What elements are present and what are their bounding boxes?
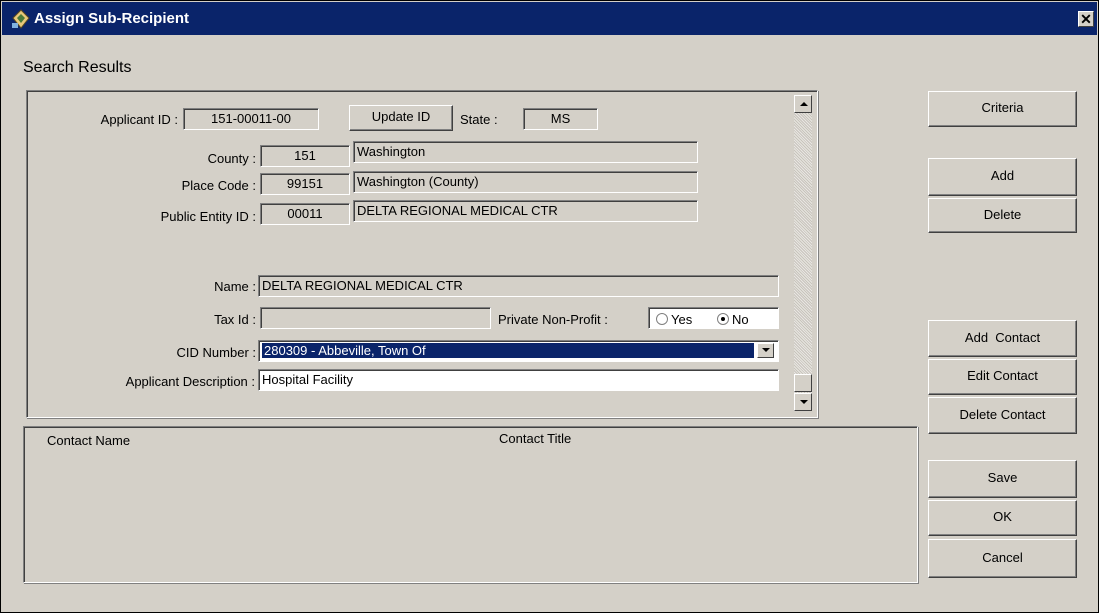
scrollbar-thumb[interactable] <box>794 374 812 392</box>
applicant-description-label: Applicant Description : <box>125 374 255 389</box>
edit-contact-button[interactable]: Edit Contact <box>928 359 1077 395</box>
cid-number-label: CID Number : <box>176 345 256 360</box>
applicant-id-field: 151-00011-00 <box>183 108 319 130</box>
name-label: Name : <box>214 279 256 294</box>
add-contact-button[interactable]: Add Contact <box>928 320 1077 357</box>
cid-number-value: 280309 - Abbeville, Town Of <box>262 343 754 358</box>
close-button[interactable]: ✕ <box>1078 11 1094 27</box>
vertical-scrollbar[interactable] <box>794 95 812 411</box>
window-title: Assign Sub-Recipient <box>34 10 190 27</box>
add-button[interactable]: Add <box>928 158 1077 196</box>
delete-contact-button[interactable]: Delete Contact <box>928 397 1077 434</box>
ok-button[interactable]: OK <box>928 500 1077 536</box>
applicant-description-field[interactable]: Hospital Facility <box>258 369 779 391</box>
save-button[interactable]: Save <box>928 460 1077 498</box>
contact-title-column-header: Contact Title <box>499 431 572 446</box>
yes-label: Yes <box>671 312 693 327</box>
delete-button[interactable]: Delete <box>928 198 1077 233</box>
public-entity-id-label: Public Entity ID : <box>160 209 256 224</box>
name-field: DELTA REGIONAL MEDICAL CTR <box>258 275 779 297</box>
county-code-field: 151 <box>260 145 350 167</box>
place-code-field: 99151 <box>260 173 350 195</box>
state-label: State : <box>460 112 498 127</box>
arrow-down-icon[interactable] <box>794 393 812 411</box>
no-label: No <box>732 312 749 327</box>
place-code-label: Place Code : <box>181 178 256 193</box>
update-id-button[interactable]: Update ID <box>349 105 453 131</box>
applicant-id-label: Applicant ID : <box>100 112 178 127</box>
public-entity-id-field: 00011 <box>260 203 350 225</box>
arrow-up-icon[interactable] <box>794 95 812 113</box>
chevron-down-icon[interactable] <box>757 343 774 358</box>
county-label: County : <box>207 151 256 166</box>
search-results-label: Search Results <box>23 59 132 76</box>
cancel-button[interactable]: Cancel <box>928 539 1077 578</box>
state-field: MS <box>523 108 598 130</box>
cid-number-select[interactable]: 280309 - Abbeville, Town Of <box>258 340 779 362</box>
county-name-field: Washington <box>353 141 698 163</box>
private-non-profit-label: Private Non-Profit : <box>498 312 608 327</box>
app-icon <box>12 9 30 29</box>
close-icon: ✕ <box>1080 11 1092 27</box>
private-non-profit-no-radio[interactable] <box>717 313 729 325</box>
criteria-button[interactable]: Criteria <box>928 91 1077 127</box>
private-non-profit-yes-radio[interactable] <box>656 313 668 325</box>
tax-id-field[interactable] <box>260 307 491 329</box>
public-entity-name-field: DELTA REGIONAL MEDICAL CTR <box>353 200 698 222</box>
contact-name-column-header: Contact Name <box>47 433 131 448</box>
tax-id-label: Tax Id : <box>214 312 256 327</box>
contacts-list[interactable] <box>23 426 918 583</box>
place-name-field: Washington (County) <box>353 171 698 193</box>
title-bar: Assign Sub-Recipient ✕ <box>2 2 1097 35</box>
assign-sub-recipient-dialog: Assign Sub-Recipient ✕ Search Results Ap… <box>0 0 1099 613</box>
